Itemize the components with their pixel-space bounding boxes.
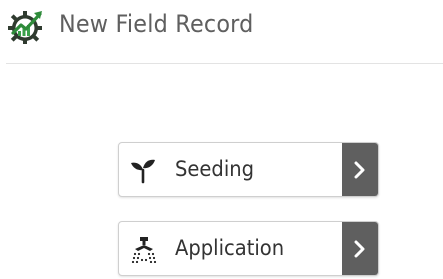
page-header: New Field Record [6,0,443,64]
sprayer-icon [131,237,157,263]
new-field-record-page: New Field Record Seeding Application [0,0,443,279]
gear-growth-chart-logo-icon [8,11,42,44]
page-title: New Field Record [59,10,254,38]
chevron-right-icon [354,240,365,258]
chevron-right-icon [354,161,365,179]
seedling-icon [131,159,155,184]
application-go-button[interactable] [342,222,378,275]
seeding-option-button[interactable]: Seeding [118,142,379,197]
application-label: Application [175,236,285,260]
application-option-button[interactable]: Application [118,221,379,276]
seeding-label: Seeding [175,157,255,181]
seeding-go-button[interactable] [342,143,378,196]
